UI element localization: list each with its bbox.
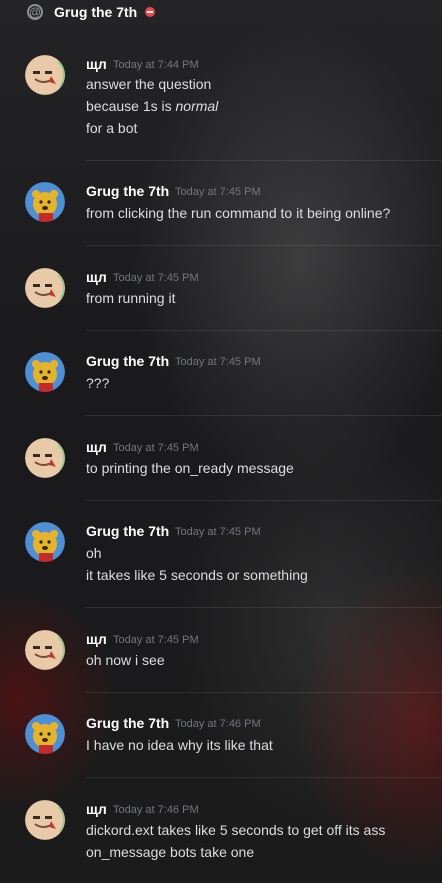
message-timestamp: Today at 7:46 PM	[175, 718, 261, 730]
message-timestamp: Today at 7:45 PM	[175, 526, 261, 538]
message-author[interactable]: Grug the 7th	[86, 715, 169, 731]
face-avatar[interactable]	[25, 268, 65, 308]
message-line: it takes like 5 seconds or something	[86, 567, 308, 583]
message-line: for a bot	[86, 120, 138, 136]
face-avatar[interactable]	[25, 55, 65, 95]
channel-header: @ Grug the 7th	[0, 0, 442, 24]
channel-title: Grug the 7th	[54, 4, 138, 20]
message-divider	[86, 607, 442, 608]
message-timestamp: Today at 7:46 PM	[113, 804, 199, 816]
face-avatar[interactable]	[25, 438, 65, 478]
message-line: ???	[86, 375, 110, 391]
face-avatar[interactable]	[25, 630, 65, 670]
bear-avatar[interactable]	[25, 352, 65, 392]
message-author[interactable]: щл	[86, 801, 107, 817]
bear-avatar[interactable]	[25, 714, 65, 754]
message-timestamp: Today at 7:45 PM	[175, 186, 261, 198]
message-author[interactable]: Grug the 7th	[86, 183, 169, 199]
message-line: answer the question	[86, 76, 212, 92]
do-not-disturb-icon	[145, 7, 156, 17]
message-line: oh now i see	[86, 652, 165, 668]
message-line: on_message bots take one	[86, 844, 255, 860]
message-line: dickord.ext takes like 5 seconds to get …	[86, 822, 386, 838]
message-line: from running it	[86, 290, 176, 306]
message-divider	[86, 692, 442, 693]
message-divider	[86, 330, 442, 331]
message-text: because 1s is	[86, 98, 176, 114]
message-author[interactable]: щл	[86, 631, 107, 647]
at-sign-icon: @	[27, 4, 43, 20]
message-author[interactable]: щл	[86, 269, 107, 285]
message-timestamp: Today at 7:45 PM	[113, 634, 199, 646]
message-line: from clicking the run command to it bein…	[86, 205, 391, 221]
face-avatar[interactable]	[25, 800, 65, 840]
message-divider	[86, 160, 442, 161]
message-timestamp: Today at 7:45 PM	[175, 356, 261, 368]
italic-text: normal	[175, 98, 219, 114]
message-divider	[86, 500, 442, 501]
message-divider	[86, 245, 442, 246]
bear-avatar[interactable]	[25, 182, 65, 222]
message-divider	[86, 777, 442, 778]
chat-view: @ Grug the 7th щл Today at 7:44 PM answe…	[0, 0, 442, 883]
message-timestamp: Today at 7:45 PM	[113, 272, 199, 284]
message-line: because 1s is normal	[86, 98, 218, 114]
message-author[interactable]: щл	[86, 439, 107, 455]
message-line: I have no idea why its like that	[86, 737, 273, 753]
bear-avatar[interactable]	[25, 522, 65, 562]
message-line: to printing the on_ready message	[86, 460, 294, 476]
message-timestamp: Today at 7:45 PM	[113, 442, 199, 454]
message-timestamp: Today at 7:44 PM	[113, 59, 199, 71]
message-author[interactable]: Grug the 7th	[86, 523, 169, 539]
message-author[interactable]: щл	[86, 56, 107, 72]
message-divider	[86, 415, 442, 416]
message-author[interactable]: Grug the 7th	[86, 353, 169, 369]
message-line: oh	[86, 545, 102, 561]
